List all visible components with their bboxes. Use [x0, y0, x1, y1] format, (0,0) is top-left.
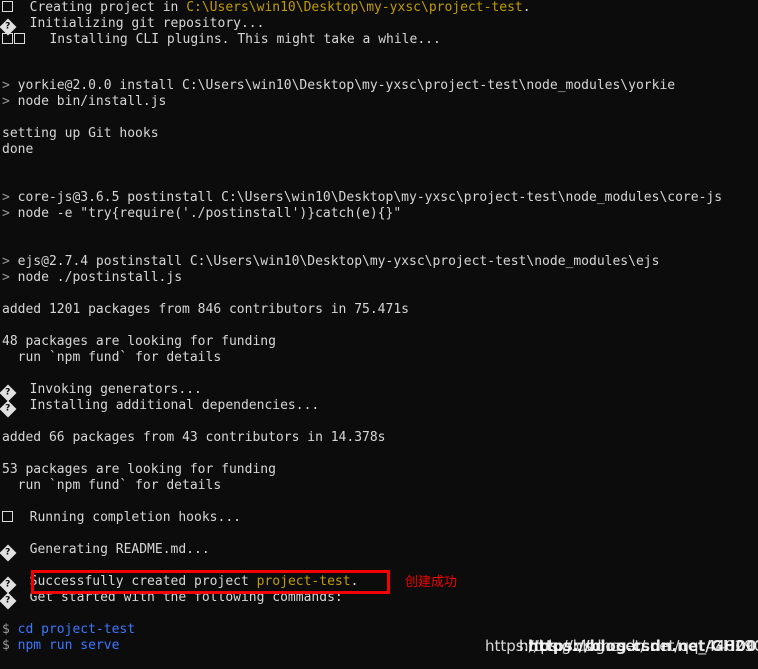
terminal-line-text: Creating project in — [14, 0, 187, 15]
missing-glyph-icon — [14, 33, 25, 44]
dollar-prompt-icon: $ — [2, 622, 10, 637]
terminal-line-text: node bin/install.js — [9, 94, 167, 109]
terminal-line-text: 48 packages are looking for funding — [2, 334, 276, 349]
dollar-prompt-icon: $ — [2, 638, 10, 653]
terminal-line-success: ? Successfully created project project-t… — [0, 574, 359, 594]
terminal-line-text: added 1201 packages from 846 contributor… — [2, 302, 409, 317]
command-text: npm run serve — [9, 638, 120, 653]
terminal-line-text: Installing additional dependencies... — [14, 398, 320, 413]
created-project-name: project-test — [256, 574, 351, 589]
terminal-line-text: Get started with the following commands: — [14, 590, 343, 605]
terminal-line: > node ./postinstall.js — [2, 270, 182, 286]
terminal-line-text: done — [2, 142, 34, 157]
terminal-line-text: run `npm fund` for details — [2, 478, 222, 493]
terminal-line-text: Installing CLI plugins. This might take … — [26, 32, 441, 47]
terminal-line: ? Installing additional dependencies... — [0, 398, 320, 418]
terminal-line-text: yorkie@2.0.0 install C:\Users\win10\Desk… — [9, 78, 676, 93]
terminal-line-text: Invoking generators... — [14, 382, 202, 397]
terminal-line: Creating project in C:\Users\win10\Deskt… — [2, 0, 531, 16]
terminal-line: > node bin/install.js — [2, 94, 166, 110]
project-path: C:\Users\win10\Desktop\my-yxsc\project-t… — [186, 0, 523, 15]
terminal-line: 53 packages are looking for funding — [2, 462, 276, 478]
npm-prompt-marker: > — [2, 190, 10, 205]
terminal-line: ? Initializing git repository... — [0, 16, 265, 36]
npm-prompt-marker: > — [2, 94, 10, 109]
terminal-line: done — [2, 142, 33, 158]
terminal-command-line: $ cd project-test — [2, 622, 135, 638]
terminal-line: ? Get started with the following command… — [0, 590, 343, 610]
terminal-line-text: node ./postinstall.js — [9, 270, 183, 285]
terminal-line: > ejs@2.7.4 postinstall C:\Users\win10\D… — [2, 254, 659, 270]
terminal-line-tail: . — [522, 0, 531, 15]
command-text: cd project-test — [9, 622, 136, 637]
terminal-line: added 1201 packages from 846 contributor… — [2, 302, 409, 318]
terminal-line: 48 packages are looking for funding — [2, 334, 276, 350]
terminal-line: Installing CLI plugins. This might take … — [2, 32, 441, 48]
annotation-note: 创建成功 — [405, 575, 458, 590]
terminal-line: Running completion hooks... — [2, 510, 241, 526]
terminal-line-text: ejs@2.7.4 postinstall C:\Users\win10\Des… — [9, 254, 660, 269]
terminal-line: run `npm fund` for details — [2, 478, 222, 494]
missing-glyph-icon — [2, 33, 13, 44]
terminal-line: > yorkie@2.0.0 install C:\Users\win10\De… — [2, 78, 675, 94]
terminal-line: run `npm fund` for details — [2, 350, 222, 366]
missing-glyph-icon — [2, 511, 13, 522]
terminal-line-text: core-js@3.6.5 postinstall C:\Users\win10… — [9, 190, 723, 205]
npm-prompt-marker: > — [2, 206, 10, 221]
npm-prompt-marker: > — [2, 254, 10, 269]
terminal-line: ? Invoking generators... — [0, 382, 202, 402]
terminal-window[interactable]: Creating project in C:\Users\win10\Deskt… — [0, 0, 758, 669]
terminal-line: ? Generating README.md... — [0, 542, 210, 562]
terminal-line: added 66 packages from 43 contributors i… — [2, 430, 386, 446]
npm-prompt-marker: > — [2, 270, 10, 285]
npm-prompt-marker: > — [2, 78, 10, 93]
terminal-line-text: 53 packages are looking for funding — [2, 462, 276, 477]
terminal-line-text: Generating README.md... — [14, 542, 210, 557]
success-message-tail: . — [350, 574, 359, 589]
terminal-line-text: Initializing git repository... — [14, 16, 265, 31]
terminal-line-text: setting up Git hooks — [2, 126, 159, 141]
terminal-line-text: Running completion hooks... — [14, 510, 241, 525]
watermark-url-layer-c: https://blog.csdn.net/qq_44029070 — [519, 637, 758, 655]
terminal-line-text: run `npm fund` for details — [2, 350, 222, 365]
terminal-line-text: node -e "try{require('./postinstall')}ca… — [9, 206, 402, 221]
missing-glyph-icon — [2, 1, 13, 12]
success-message-text: Successfully created project — [14, 574, 257, 589]
terminal-command-line: $ npm run serve — [2, 638, 119, 654]
terminal-line: > node -e "try{require('./postinstall')}… — [2, 206, 401, 222]
terminal-line: > core-js@3.6.5 postinstall C:\Users\win… — [2, 190, 722, 206]
terminal-line-text: added 66 packages from 43 contributors i… — [2, 430, 386, 445]
terminal-line: setting up Git hooks — [2, 126, 159, 142]
